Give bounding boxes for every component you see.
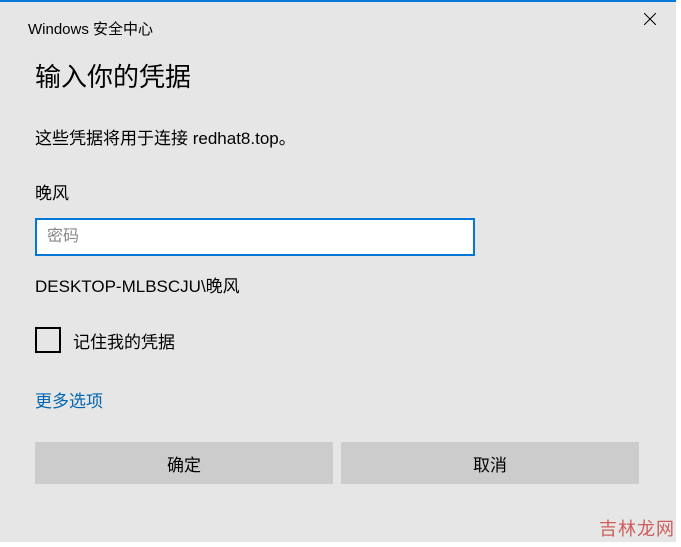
remember-label: 记住我的凭据 <box>73 328 175 353</box>
more-options-link[interactable]: 更多选项 <box>35 387 103 412</box>
username-label: 晚风 <box>35 179 648 204</box>
dialog-title: 输入你的凭据 <box>35 57 648 94</box>
remember-credentials-row[interactable]: 记住我的凭据 <box>35 327 648 353</box>
dialog-header: Windows 安全中心 <box>0 2 676 39</box>
ok-button[interactable]: 确定 <box>35 442 333 484</box>
dialog-content: 输入你的凭据 这些凭据将用于连接 redhat8.top。 晚风 DESKTOP… <box>0 57 676 484</box>
button-row: 确定 取消 <box>35 442 648 484</box>
watermark: 吉林龙网 <box>599 515 675 541</box>
close-icon <box>644 13 656 25</box>
header-title: Windows 安全中心 <box>28 10 153 39</box>
cancel-button[interactable]: 取消 <box>341 442 639 484</box>
remember-checkbox[interactable] <box>35 327 61 353</box>
password-input[interactable] <box>35 218 475 256</box>
close-button[interactable] <box>628 4 672 34</box>
domain-user-label: DESKTOP-MLBSCJU\晚风 <box>35 272 648 297</box>
dialog-description: 这些凭据将用于连接 redhat8.top。 <box>35 124 648 149</box>
credentials-dialog: Windows 安全中心 输入你的凭据 这些凭据将用于连接 redhat8.to… <box>0 0 676 542</box>
